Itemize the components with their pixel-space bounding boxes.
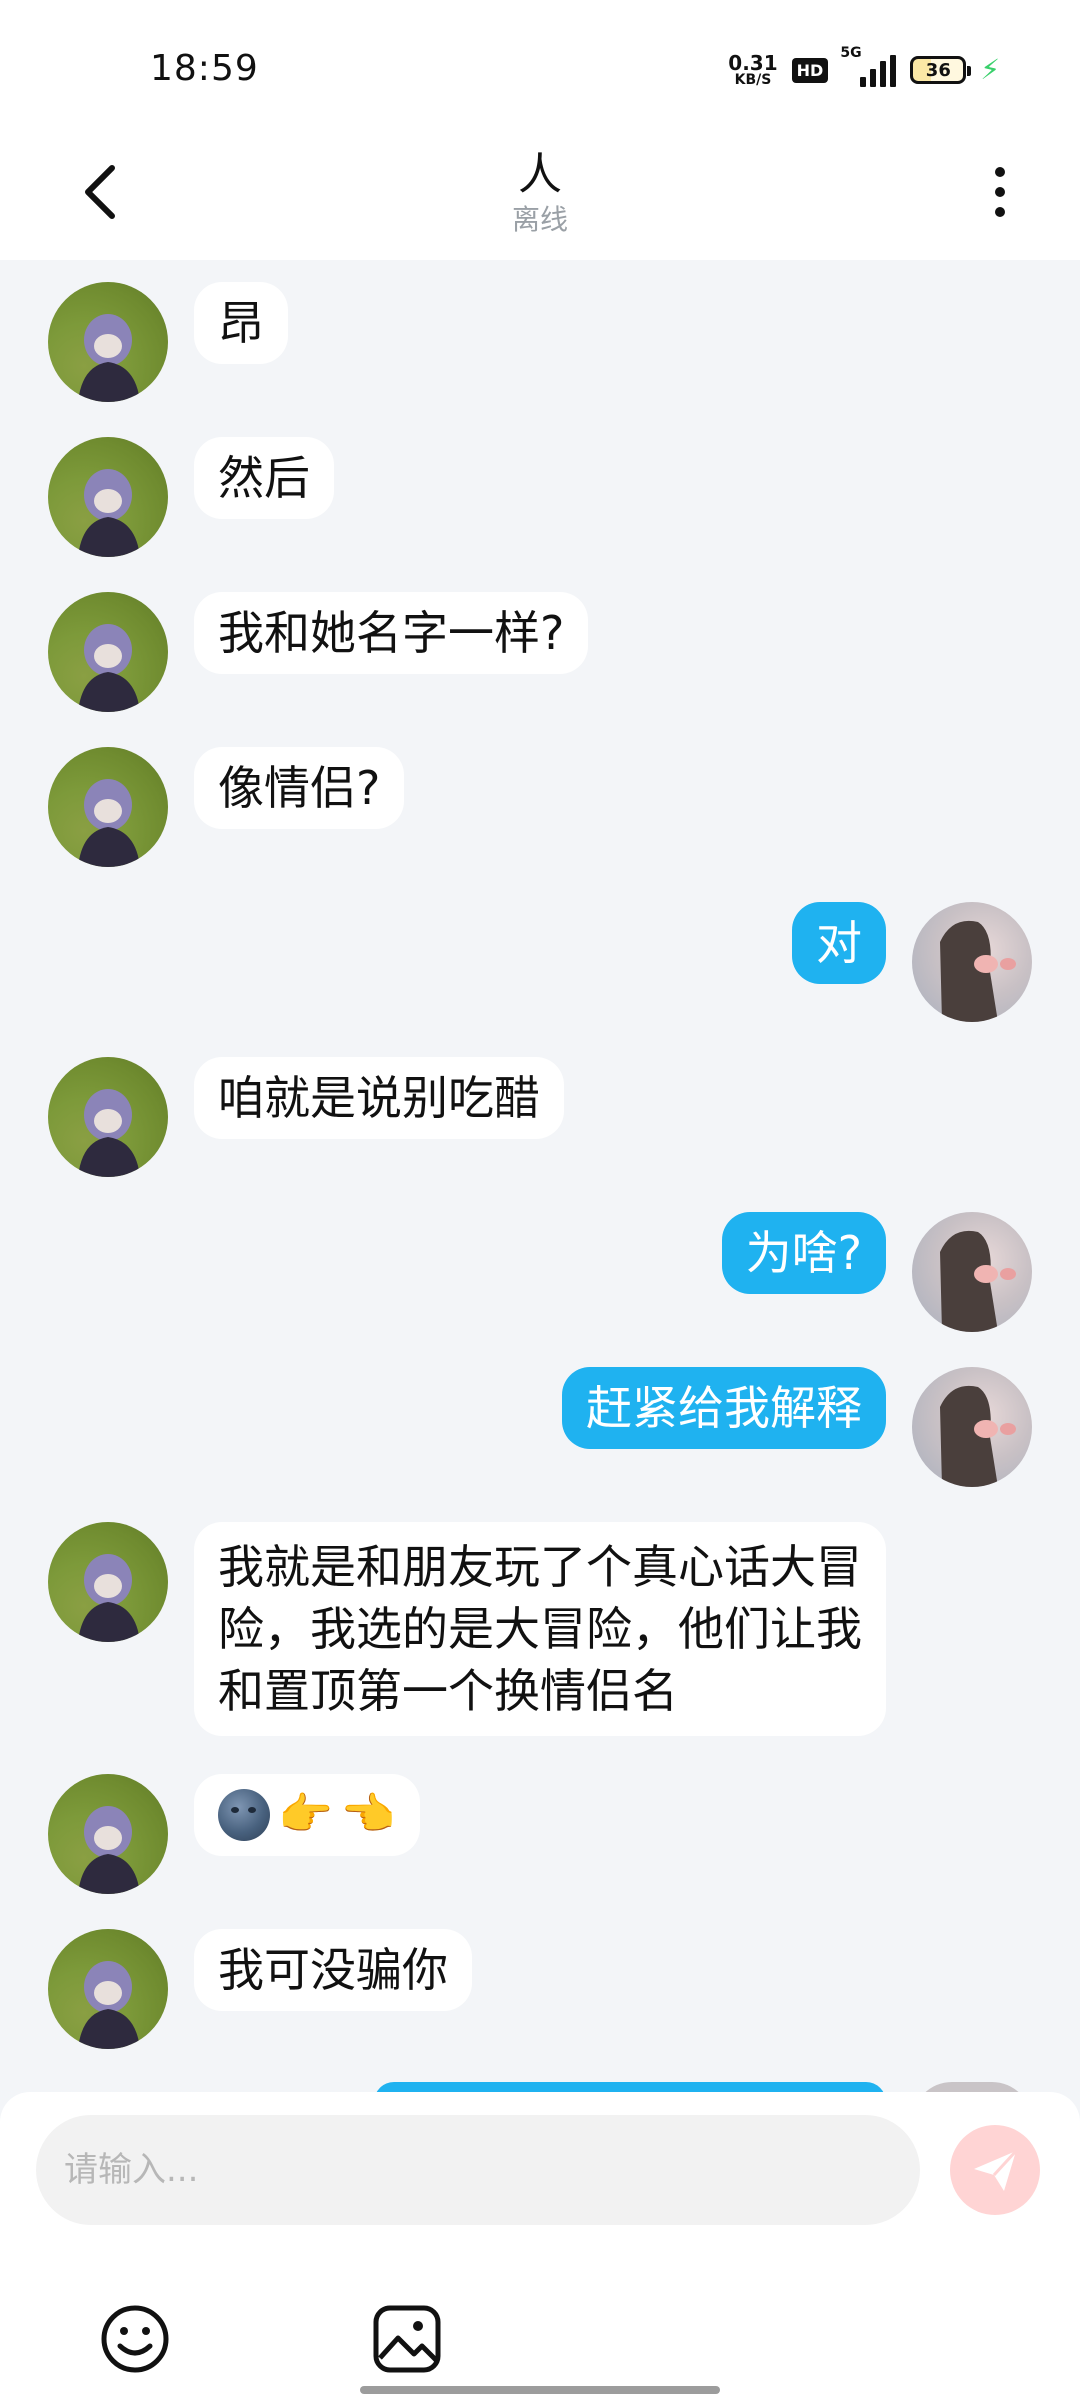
message-bubble[interactable]: 我可没骗你 — [194, 1929, 472, 2011]
contact-avatar[interactable] — [48, 747, 168, 867]
my-avatar[interactable] — [912, 1367, 1032, 1487]
contact-avatar[interactable] — [48, 437, 168, 557]
message-bubble[interactable]: 对 — [792, 902, 886, 984]
new-moon-face-icon — [218, 1789, 270, 1841]
hd-icon: HD — [791, 57, 829, 83]
message-row: 然后 — [0, 437, 1080, 557]
battery-icon: 36 — [910, 56, 972, 84]
message-row: 我可没骗你 — [0, 1929, 1080, 2049]
message-row: 我和她名字一样? — [0, 592, 1080, 712]
pointing-left-hand-icon: 👈 — [340, 1789, 396, 1840]
network-speed: 0.31 KB/S — [728, 53, 777, 87]
status-time: 18:59 — [150, 48, 259, 89]
contact-avatar[interactable] — [48, 592, 168, 712]
image-button[interactable] — [370, 2302, 444, 2376]
signal-icon: 5G — [840, 45, 897, 87]
contact-avatar[interactable] — [48, 282, 168, 402]
contact-avatar[interactable] — [48, 1929, 168, 2049]
home-indicator[interactable] — [360, 2386, 720, 2394]
smiley-icon — [101, 2305, 169, 2373]
contact-avatar[interactable] — [48, 1057, 168, 1177]
chat-header: 人 离线 — [0, 130, 1080, 260]
signal-label: 5G — [840, 45, 862, 61]
message-row: 对 — [0, 902, 1080, 1022]
status-icons: 0.31 KB/S HD 5G 36 ⚡ — [728, 45, 1000, 90]
message-row: 咱就是说别吃醋 — [0, 1057, 1080, 1177]
status-bar: 18:59 0.31 KB/S HD 5G 36 ⚡ — [0, 0, 1080, 130]
my-avatar[interactable] — [912, 902, 1032, 1022]
message-row: 赶紧给我解释 — [0, 1367, 1080, 1487]
my-avatar[interactable] — [912, 1212, 1032, 1332]
message-row: 像情侣? — [0, 747, 1080, 867]
send-button[interactable] — [950, 2125, 1040, 2215]
network-speed-value: 0.31 — [728, 51, 778, 75]
message-input[interactable] — [36, 2115, 920, 2225]
contact-avatar[interactable] — [48, 1774, 168, 1894]
image-icon — [373, 2305, 441, 2373]
message-bubble[interactable]: 像情侣? — [194, 747, 405, 829]
message-bubble[interactable]: 我就是和朋友玩了个真心话大冒险，我选的是大冒险，他们让我和置顶第一个换情侣名 — [194, 1522, 886, 1736]
more-options-button[interactable] — [960, 152, 1040, 232]
message-bubble[interactable]: 咱就是说别吃醋 — [194, 1057, 564, 1139]
message-row: 昂 — [0, 282, 1080, 402]
message-row: 👉 👈 — [0, 1774, 1080, 1894]
message-row: 为啥? — [0, 1212, 1080, 1332]
message-bubble[interactable]: 昂 — [194, 282, 288, 364]
contact-avatar[interactable] — [48, 1522, 168, 1642]
paper-plane-icon — [974, 2149, 1018, 2191]
message-bubble[interactable]: 👉 👈 — [194, 1774, 420, 1856]
pointing-right-hand-icon: 👉 — [278, 1789, 333, 1840]
contact-name: 人 — [518, 149, 562, 200]
contact-status: 离线 — [511, 203, 568, 236]
battery-level: 36 — [925, 59, 951, 81]
charging-icon: ⚡ — [980, 53, 1000, 86]
network-speed-unit: KB/S — [734, 72, 772, 88]
composer — [0, 2092, 1080, 2400]
emoji-button[interactable] — [98, 2302, 172, 2376]
message-bubble[interactable]: 然后 — [194, 437, 334, 519]
message-bubble[interactable]: 赶紧给我解释 — [562, 1367, 886, 1449]
message-bubble[interactable]: 我和她名字一样? — [194, 592, 589, 674]
message-row: 我就是和朋友玩了个真心话大冒险，我选的是大冒险，他们让我和置顶第一个换情侣名 — [0, 1522, 1080, 1742]
message-bubble[interactable]: 为啥? — [721, 1212, 886, 1294]
